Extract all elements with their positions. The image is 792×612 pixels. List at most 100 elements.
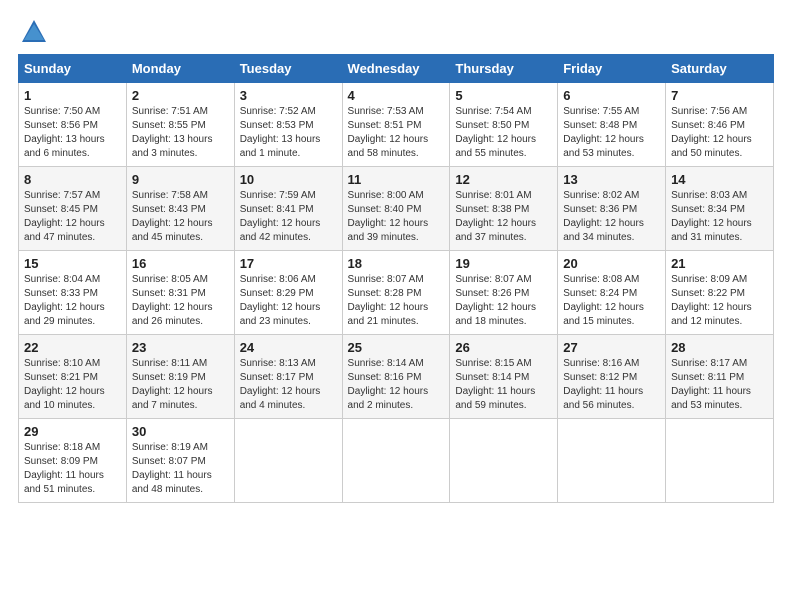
day-cell-15: 15 Sunrise: 8:04 AMSunset: 8:33 PMDaylig… [19, 251, 127, 335]
day-number: 11 [348, 172, 445, 187]
weekday-header-monday: Monday [126, 55, 234, 83]
day-cell-12: 12 Sunrise: 8:01 AMSunset: 8:38 PMDaylig… [450, 167, 558, 251]
day-cell-4: 4 Sunrise: 7:53 AMSunset: 8:51 PMDayligh… [342, 83, 450, 167]
day-detail: Sunrise: 7:55 AMSunset: 8:48 PMDaylight:… [563, 106, 644, 159]
weekday-header-row: SundayMondayTuesdayWednesdayThursdayFrid… [19, 55, 774, 83]
day-cell-24: 24 Sunrise: 8:13 AMSunset: 8:17 PMDaylig… [234, 335, 342, 419]
day-detail: Sunrise: 8:15 AMSunset: 8:14 PMDaylight:… [455, 358, 535, 411]
day-number: 28 [671, 340, 768, 355]
day-cell-16: 16 Sunrise: 8:05 AMSunset: 8:31 PMDaylig… [126, 251, 234, 335]
day-cell-5: 5 Sunrise: 7:54 AMSunset: 8:50 PMDayligh… [450, 83, 558, 167]
day-cell-21: 21 Sunrise: 8:09 AMSunset: 8:22 PMDaylig… [666, 251, 774, 335]
day-detail: Sunrise: 8:17 AMSunset: 8:11 PMDaylight:… [671, 358, 751, 411]
day-number: 22 [24, 340, 121, 355]
weekday-header-saturday: Saturday [666, 55, 774, 83]
day-cell-2: 2 Sunrise: 7:51 AMSunset: 8:55 PMDayligh… [126, 83, 234, 167]
day-detail: Sunrise: 7:56 AMSunset: 8:46 PMDaylight:… [671, 106, 752, 159]
day-cell-7: 7 Sunrise: 7:56 AMSunset: 8:46 PMDayligh… [666, 83, 774, 167]
calendar-table: SundayMondayTuesdayWednesdayThursdayFrid… [18, 54, 774, 503]
day-detail: Sunrise: 8:09 AMSunset: 8:22 PMDaylight:… [671, 274, 752, 327]
day-cell-19: 19 Sunrise: 8:07 AMSunset: 8:26 PMDaylig… [450, 251, 558, 335]
weekday-header-tuesday: Tuesday [234, 55, 342, 83]
day-cell-30: 30 Sunrise: 8:19 AMSunset: 8:07 PMDaylig… [126, 419, 234, 503]
day-number: 20 [563, 256, 660, 271]
day-detail: Sunrise: 8:06 AMSunset: 8:29 PMDaylight:… [240, 274, 321, 327]
day-number: 12 [455, 172, 552, 187]
day-number: 25 [348, 340, 445, 355]
day-number: 5 [455, 88, 552, 103]
day-cell-25: 25 Sunrise: 8:14 AMSunset: 8:16 PMDaylig… [342, 335, 450, 419]
day-number: 3 [240, 88, 337, 103]
week-row-1: 1 Sunrise: 7:50 AMSunset: 8:56 PMDayligh… [19, 83, 774, 167]
day-detail: Sunrise: 7:58 AMSunset: 8:43 PMDaylight:… [132, 190, 213, 243]
week-row-5: 29 Sunrise: 8:18 AMSunset: 8:09 PMDaylig… [19, 419, 774, 503]
day-cell-14: 14 Sunrise: 8:03 AMSunset: 8:34 PMDaylig… [666, 167, 774, 251]
day-detail: Sunrise: 8:18 AMSunset: 8:09 PMDaylight:… [24, 442, 104, 495]
page: SundayMondayTuesdayWednesdayThursdayFrid… [0, 0, 792, 513]
day-detail: Sunrise: 7:59 AMSunset: 8:41 PMDaylight:… [240, 190, 321, 243]
day-detail: Sunrise: 8:08 AMSunset: 8:24 PMDaylight:… [563, 274, 644, 327]
day-number: 16 [132, 256, 229, 271]
day-number: 17 [240, 256, 337, 271]
day-number: 29 [24, 424, 121, 439]
day-number: 7 [671, 88, 768, 103]
day-detail: Sunrise: 8:19 AMSunset: 8:07 PMDaylight:… [132, 442, 212, 495]
day-number: 30 [132, 424, 229, 439]
day-detail: Sunrise: 8:10 AMSunset: 8:21 PMDaylight:… [24, 358, 105, 411]
day-number: 10 [240, 172, 337, 187]
day-detail: Sunrise: 8:02 AMSunset: 8:36 PMDaylight:… [563, 190, 644, 243]
day-number: 6 [563, 88, 660, 103]
day-detail: Sunrise: 7:50 AMSunset: 8:56 PMDaylight:… [24, 106, 105, 159]
day-cell-13: 13 Sunrise: 8:02 AMSunset: 8:36 PMDaylig… [558, 167, 666, 251]
day-number: 27 [563, 340, 660, 355]
day-cell-29: 29 Sunrise: 8:18 AMSunset: 8:09 PMDaylig… [19, 419, 127, 503]
weekday-header-wednesday: Wednesday [342, 55, 450, 83]
day-cell-8: 8 Sunrise: 7:57 AMSunset: 8:45 PMDayligh… [19, 167, 127, 251]
day-detail: Sunrise: 8:14 AMSunset: 8:16 PMDaylight:… [348, 358, 429, 411]
weekday-header-sunday: Sunday [19, 55, 127, 83]
day-number: 1 [24, 88, 121, 103]
day-detail: Sunrise: 7:54 AMSunset: 8:50 PMDaylight:… [455, 106, 536, 159]
day-detail: Sunrise: 7:51 AMSunset: 8:55 PMDaylight:… [132, 106, 213, 159]
day-detail: Sunrise: 8:04 AMSunset: 8:33 PMDaylight:… [24, 274, 105, 327]
day-number: 21 [671, 256, 768, 271]
day-number: 26 [455, 340, 552, 355]
week-row-2: 8 Sunrise: 7:57 AMSunset: 8:45 PMDayligh… [19, 167, 774, 251]
day-number: 4 [348, 88, 445, 103]
day-detail: Sunrise: 8:01 AMSunset: 8:38 PMDaylight:… [455, 190, 536, 243]
logo [18, 18, 48, 46]
day-cell-1: 1 Sunrise: 7:50 AMSunset: 8:56 PMDayligh… [19, 83, 127, 167]
day-detail: Sunrise: 7:52 AMSunset: 8:53 PMDaylight:… [240, 106, 321, 159]
day-cell-28: 28 Sunrise: 8:17 AMSunset: 8:11 PMDaylig… [666, 335, 774, 419]
weekday-header-friday: Friday [558, 55, 666, 83]
day-number: 2 [132, 88, 229, 103]
day-detail: Sunrise: 8:00 AMSunset: 8:40 PMDaylight:… [348, 190, 429, 243]
day-cell-6: 6 Sunrise: 7:55 AMSunset: 8:48 PMDayligh… [558, 83, 666, 167]
day-cell-22: 22 Sunrise: 8:10 AMSunset: 8:21 PMDaylig… [19, 335, 127, 419]
day-cell-23: 23 Sunrise: 8:11 AMSunset: 8:19 PMDaylig… [126, 335, 234, 419]
day-cell-10: 10 Sunrise: 7:59 AMSunset: 8:41 PMDaylig… [234, 167, 342, 251]
day-number: 24 [240, 340, 337, 355]
empty-cell [234, 419, 342, 503]
day-number: 13 [563, 172, 660, 187]
day-detail: Sunrise: 8:13 AMSunset: 8:17 PMDaylight:… [240, 358, 321, 411]
day-detail: Sunrise: 7:53 AMSunset: 8:51 PMDaylight:… [348, 106, 429, 159]
day-detail: Sunrise: 7:57 AMSunset: 8:45 PMDaylight:… [24, 190, 105, 243]
empty-cell [450, 419, 558, 503]
day-detail: Sunrise: 8:07 AMSunset: 8:28 PMDaylight:… [348, 274, 429, 327]
day-cell-17: 17 Sunrise: 8:06 AMSunset: 8:29 PMDaylig… [234, 251, 342, 335]
day-number: 14 [671, 172, 768, 187]
day-detail: Sunrise: 8:03 AMSunset: 8:34 PMDaylight:… [671, 190, 752, 243]
week-row-4: 22 Sunrise: 8:10 AMSunset: 8:21 PMDaylig… [19, 335, 774, 419]
day-cell-20: 20 Sunrise: 8:08 AMSunset: 8:24 PMDaylig… [558, 251, 666, 335]
day-detail: Sunrise: 8:07 AMSunset: 8:26 PMDaylight:… [455, 274, 536, 327]
day-number: 19 [455, 256, 552, 271]
day-number: 23 [132, 340, 229, 355]
day-cell-9: 9 Sunrise: 7:58 AMSunset: 8:43 PMDayligh… [126, 167, 234, 251]
day-detail: Sunrise: 8:16 AMSunset: 8:12 PMDaylight:… [563, 358, 643, 411]
day-detail: Sunrise: 8:05 AMSunset: 8:31 PMDaylight:… [132, 274, 213, 327]
day-number: 18 [348, 256, 445, 271]
day-cell-3: 3 Sunrise: 7:52 AMSunset: 8:53 PMDayligh… [234, 83, 342, 167]
day-detail: Sunrise: 8:11 AMSunset: 8:19 PMDaylight:… [132, 358, 213, 411]
weekday-header-thursday: Thursday [450, 55, 558, 83]
